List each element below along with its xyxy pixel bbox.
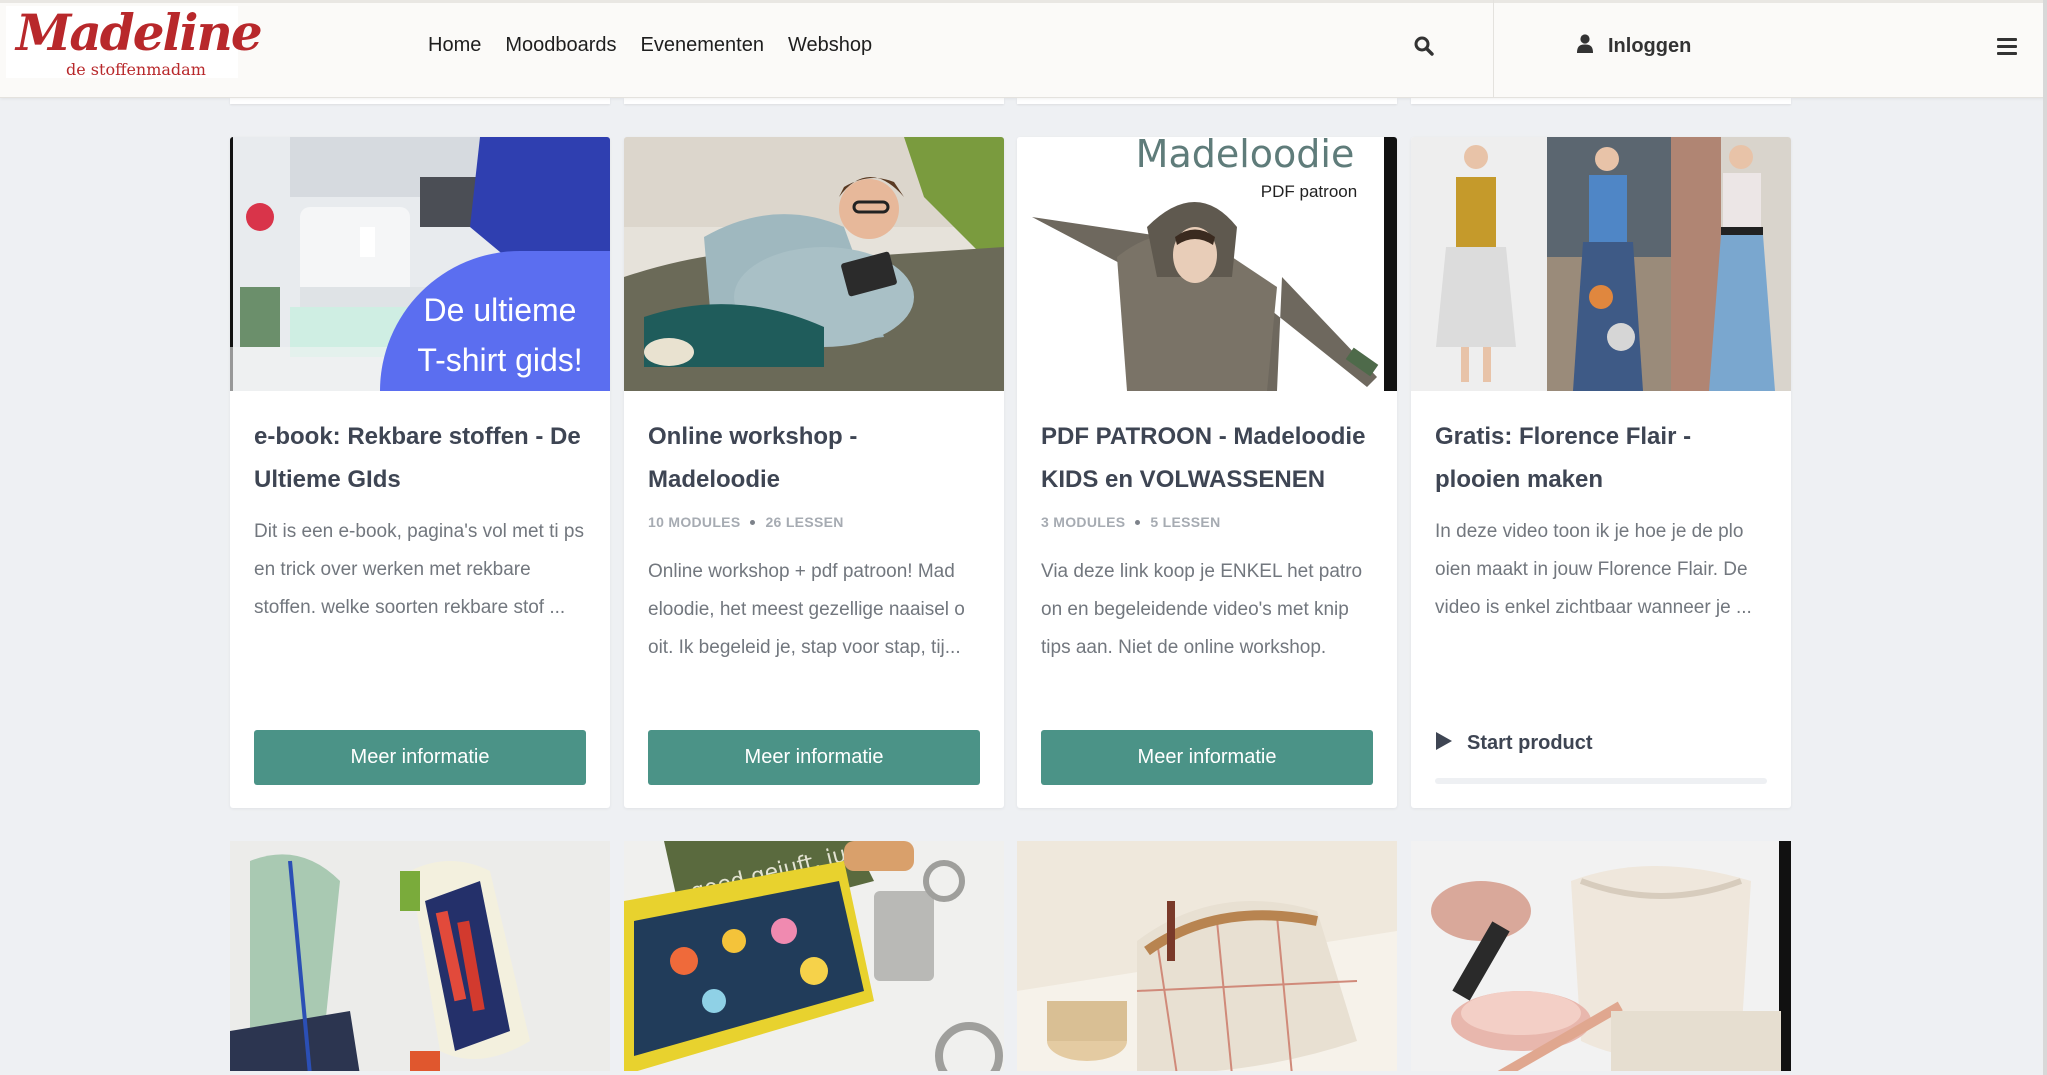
header-divider (1493, 0, 1494, 98)
product-title[interactable]: PDF PATROON - Madeloodie KIDS en VOLWASS… (1041, 415, 1377, 501)
meer-informatie-button[interactable]: Meer informatie (254, 730, 586, 785)
module-count: 3 MODULES (1041, 514, 1126, 530)
previous-card-edge (1017, 98, 1397, 104)
nav-item-webshop[interactable]: Webshop (788, 34, 872, 57)
play-icon (1435, 731, 1453, 756)
header-top-border (0, 0, 2047, 3)
product-card-next-row (1411, 841, 1791, 1075)
product-card: Gratis: Florence Flair - plooien maken I… (1411, 137, 1791, 808)
product-card-next-row (230, 841, 610, 1075)
previous-card-edge (230, 98, 610, 104)
image-text-title: Madeloodie (1136, 137, 1355, 176)
main-nav: Home Moodboards Evenementen Webshop (428, 34, 896, 57)
site-logo[interactable]: Madeline de stoffenmadam (6, 6, 263, 79)
product-progress-bar (1435, 778, 1767, 784)
product-description: Dit is een e-book, pagina's vol met ti p… (254, 521, 584, 618)
toiletry-bag-photo[interactable] (1017, 841, 1397, 1075)
image-text-line-2: T-shirt gids! (417, 342, 582, 378)
product-meta: 10 MODULES 26 LESSEN (648, 514, 844, 530)
page-bottom-edge (0, 1071, 2047, 1075)
product-title[interactable]: Gratis: Florence Flair - plooien maken (1435, 415, 1771, 501)
start-product-label: Start product (1467, 732, 1593, 754)
search-icon[interactable] (1414, 36, 1436, 58)
meer-informatie-button[interactable]: Meer informatie (1041, 730, 1373, 785)
module-count: 10 MODULES (648, 514, 741, 530)
product-description: Online workshop + pdf patroon! Mad elood… (648, 561, 965, 658)
product-card-next-row (1017, 841, 1397, 1075)
product-card-next-row: goed gejuft, juf (624, 841, 1004, 1075)
user-icon (1576, 34, 1594, 59)
window-scrollbar[interactable] (2043, 0, 2047, 1075)
pencil-case-photo[interactable] (230, 841, 610, 1075)
product-title[interactable]: Online workshop - Madeloodie (648, 415, 984, 501)
product-card: De ultieme T-shirt gids! e-book: Rekbare… (230, 137, 610, 808)
previous-card-edge (624, 98, 1004, 104)
nav-item-evenementen[interactable]: Evenementen (641, 34, 764, 57)
product-description: Via deze link koop je ENKEL het patro on… (1041, 561, 1363, 658)
product-card: Online workshop - Madeloodie 10 MODULES … (624, 137, 1004, 808)
logo-tagline: de stoffenmadam (66, 60, 206, 79)
keychain-photo[interactable]: goed gejuft, juf (624, 841, 1004, 1075)
image-text-subtitle: PDF patroon (1261, 182, 1357, 201)
login-label: Inloggen (1608, 35, 1692, 57)
image-text-line-1: De ultieme (424, 292, 577, 328)
site-header: Madeline de stoffenmadam Home Moodboards… (0, 0, 2047, 98)
lesson-count: 5 LESSEN (1150, 514, 1221, 530)
nav-item-moodboards[interactable]: Moodboards (505, 34, 616, 57)
product-card: Madeloodie PDF patroon PDF PATROON - Mad… (1017, 137, 1397, 808)
meta-separator (750, 519, 756, 525)
login-button[interactable]: Inloggen (1576, 34, 1691, 59)
product-image-workshop[interactable] (624, 137, 1004, 391)
meer-informatie-button[interactable]: Meer informatie (648, 730, 980, 785)
product-image-florence-flair[interactable] (1411, 137, 1791, 391)
makeup-basket-photo[interactable] (1411, 841, 1791, 1075)
product-image-ebook[interactable]: De ultieme T-shirt gids! (230, 137, 610, 391)
lesson-count: 26 LESSEN (765, 514, 844, 530)
hamburger-menu-icon[interactable] (1997, 38, 2017, 56)
product-meta: 3 MODULES 5 LESSEN (1041, 514, 1220, 530)
previous-card-edge (1411, 98, 1791, 104)
product-description: In deze video toon ik je hoe je de plo o… (1435, 521, 1752, 618)
nav-item-home[interactable]: Home (428, 34, 481, 57)
product-title[interactable]: e-book: Rekbare stoffen - De Ultieme GId… (254, 415, 590, 501)
meta-separator (1135, 519, 1141, 525)
logo-wordmark: Madeline (16, 3, 263, 62)
product-image-pdf-patroon[interactable]: Madeloodie PDF patroon (1017, 137, 1397, 391)
start-product-button[interactable]: Start product (1435, 731, 1593, 756)
